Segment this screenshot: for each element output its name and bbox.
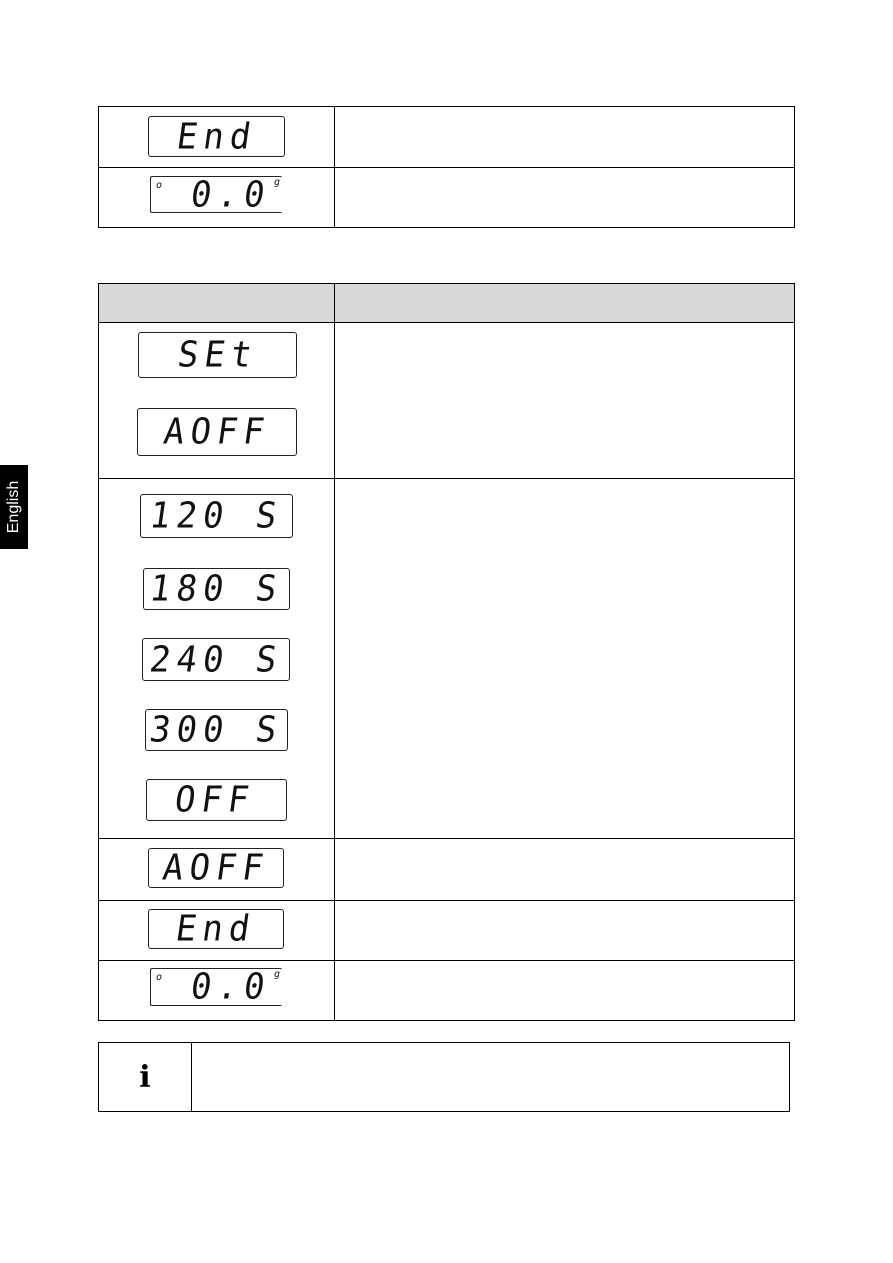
lcd-display: AOFF — [148, 847, 284, 889]
info-text-cell — [191, 1042, 790, 1112]
lcd-display: 120 S — [140, 494, 293, 538]
table2-row-3-text-cell — [334, 838, 795, 901]
lcd-display: 240 S — [142, 638, 290, 681]
lcd-display: OFF — [146, 779, 287, 821]
table2-header-right — [334, 283, 795, 323]
table2-row-1-text-cell — [334, 322, 795, 479]
language-tab: English — [0, 465, 28, 549]
lcd-display-zero: o 0.0 g — [150, 966, 282, 1008]
info-icon: i — [139, 1059, 151, 1095]
lcd-display: 180 S — [143, 568, 290, 610]
info-icon-cell: i — [98, 1042, 192, 1112]
lcd-display: End — [148, 908, 284, 950]
table1-row-1-text-cell — [334, 106, 795, 168]
lcd-display: 300 S — [145, 709, 288, 751]
lcd-display-zero: o 0.0 g — [150, 174, 282, 216]
lcd-display: AOFF — [137, 408, 297, 456]
table2-row-5-text-cell — [334, 960, 795, 1021]
lcd-display: End — [148, 116, 285, 158]
table2-row-2-text-cell — [334, 478, 795, 839]
table2-row-4-text-cell — [334, 900, 795, 961]
lcd-display: SEt — [138, 332, 297, 378]
table2-header-left — [98, 283, 335, 323]
table1-row-2-text-cell — [334, 167, 795, 228]
